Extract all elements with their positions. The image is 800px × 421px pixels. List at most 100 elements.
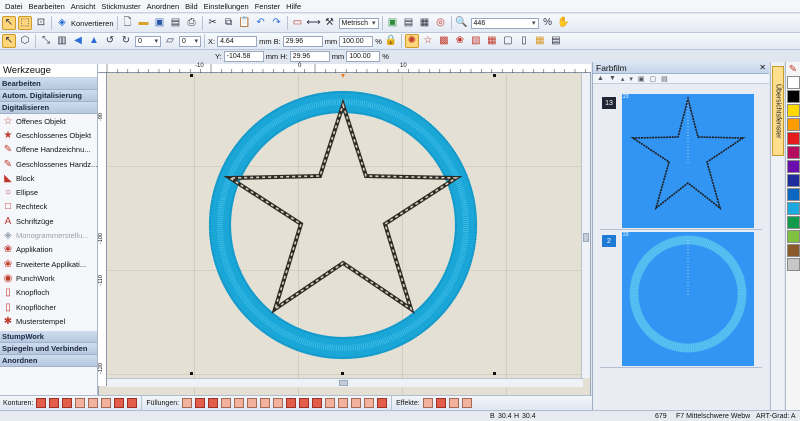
motif-icon[interactable]: ❀ [453, 34, 467, 48]
h-scroll-thumb[interactable] [339, 380, 348, 386]
effect-curve-icon[interactable] [435, 398, 446, 408]
color-sort-icon[interactable]: ▧ [469, 34, 483, 48]
tool-item[interactable]: ✎ Offene Handzeichnu... [0, 143, 97, 157]
move-up-icon[interactable]: ▲ [597, 75, 604, 82]
resize-icon[interactable]: ⤡ [39, 34, 53, 48]
save-icon[interactable]: ▣ [153, 16, 167, 30]
dot-fill-icon[interactable] [312, 398, 323, 408]
menu-bild[interactable]: Bild [182, 2, 201, 11]
show-picture-icon[interactable]: ▤ [402, 16, 416, 30]
tool-item[interactable]: ◈ Monogrammerstellu... [0, 228, 97, 242]
category-anordnen[interactable]: Anordnen [0, 355, 97, 368]
category-bearbeiten[interactable]: Bearbeiten [0, 78, 97, 90]
frame-icon[interactable]: ▢ [501, 34, 515, 48]
slant-select[interactable]: 0 [179, 35, 201, 47]
tool-item[interactable]: ◉ PunchWork [0, 271, 97, 285]
menu-hilfe[interactable]: Hilfe [283, 2, 304, 11]
menu-bearbeiten[interactable]: Bearbeiten [26, 2, 68, 11]
grid-icon[interactable]: ▦ [533, 34, 547, 48]
zoom-select[interactable]: 446 [470, 17, 539, 29]
category-stumpwork[interactable]: StumpWork [0, 331, 97, 344]
show-hoop-icon[interactable]: ◎ [434, 16, 448, 30]
color-swatch[interactable] [787, 118, 800, 131]
vertical-scrollbar[interactable] [581, 73, 590, 378]
color-swatch[interactable] [787, 146, 800, 159]
tool-item[interactable]: ✎ Geschlossenes Handz... [0, 157, 97, 171]
grid-fill-icon[interactable] [286, 398, 297, 408]
stitch-player-icon[interactable]: ▭ [291, 16, 305, 30]
rotate-left-icon[interactable]: ↺ [103, 34, 117, 48]
color-swatch[interactable] [787, 76, 800, 89]
stipple-fill-icon[interactable] [364, 398, 375, 408]
color-swatch[interactable] [787, 188, 800, 201]
tool-item[interactable]: ❀ Erweiterte Applikati... [0, 257, 97, 271]
lace-fill-icon[interactable] [325, 398, 336, 408]
tool-item[interactable]: ✱ Musterstempel [0, 314, 97, 328]
pan-hand-icon[interactable]: ✋ [557, 16, 571, 30]
zigzag-line-icon[interactable] [127, 398, 138, 408]
color-swatch[interactable] [787, 90, 800, 103]
convert-icon[interactable]: ◈ [55, 16, 69, 30]
width-field[interactable]: 29.96 [282, 35, 323, 47]
overview-window-tab[interactable]: Übersichtsfenster [772, 66, 784, 156]
layout-tool-icon[interactable]: ⊡ [34, 16, 48, 30]
radial-fill-icon[interactable] [247, 398, 258, 408]
new-file-icon[interactable]: 🗋 [121, 16, 135, 30]
menu-ansicht[interactable]: Ansicht [68, 2, 99, 11]
stitch-effects-icon[interactable]: ✺ [404, 34, 419, 48]
rotate-right-icon[interactable]: ↻ [119, 34, 133, 48]
effect-gradient-icon[interactable] [448, 398, 459, 408]
color-swatch[interactable] [787, 104, 800, 117]
color-swatch[interactable] [787, 160, 800, 173]
ungroup-icon[interactable]: ▢ [650, 75, 657, 83]
split-icon[interactable]: ▯ [517, 34, 531, 48]
y-field[interactable]: -104.58 [223, 50, 264, 62]
cross-fill-icon[interactable] [299, 398, 310, 408]
category-auto-digitize[interactable]: Autom. Digitalisierung [0, 90, 97, 102]
pattern-fill-icon[interactable] [208, 398, 219, 408]
triple-stitch-icon[interactable] [49, 398, 60, 408]
motif-line-icon[interactable] [88, 398, 99, 408]
tool-item[interactable]: □ Rechteck [0, 200, 97, 214]
film-frame-13[interactable]: 13 23 [600, 94, 762, 230]
category-mirror-merge[interactable]: Spiegeln und Verbinden [0, 343, 97, 356]
convert-button-label[interactable]: Konvertieren [71, 19, 114, 28]
select-tool-icon[interactable]: ↖ [2, 16, 16, 30]
move-down-icon[interactable]: ▼ [609, 75, 616, 82]
undo-icon[interactable]: ↶ [254, 16, 268, 30]
polygon-select-icon[interactable]: ⬡ [18, 34, 32, 48]
align-icon[interactable]: ▥ [55, 34, 69, 48]
tool-item[interactable]: ◣ Block [0, 171, 97, 185]
effect-underlay-icon[interactable] [422, 398, 433, 408]
paste-icon[interactable]: 📋 [238, 16, 252, 30]
print-icon[interactable]: ⎙ [185, 16, 199, 30]
running-stitch-icon[interactable] [36, 398, 47, 408]
open-folder-icon[interactable]: ▬ [137, 16, 151, 30]
heart-fill-icon[interactable] [260, 398, 271, 408]
color-swatch[interactable] [787, 244, 800, 257]
tool-item[interactable]: ★ Geschlossenes Objekt [0, 128, 97, 142]
filter-icon[interactable]: ▾ [629, 75, 633, 83]
horizontal-scrollbar[interactable] [107, 378, 583, 387]
sort-icon[interactable]: ▴ [621, 75, 625, 83]
tool-item[interactable]: ❀ Applikation [0, 243, 97, 257]
sequin-fill-icon[interactable] [377, 398, 388, 408]
redo-icon[interactable]: ↷ [270, 16, 284, 30]
color-picker-icon[interactable]: ✎ [786, 62, 800, 76]
rotate-angle-select[interactable]: 0 [135, 35, 161, 47]
menu-fenster[interactable]: Fenster [252, 2, 283, 11]
tool-item[interactable]: ☆ Offenes Objekt [0, 114, 97, 128]
show-design-icon[interactable]: ▣ [386, 16, 400, 30]
effect-trim-icon[interactable] [461, 398, 472, 408]
color-swatch[interactable] [787, 202, 800, 215]
mirror-v-icon[interactable]: ▲ [87, 34, 101, 48]
width-percent-field[interactable]: 100.00 [339, 35, 374, 47]
slant-icon[interactable]: ▱ [163, 34, 177, 48]
satin-border-icon[interactable] [62, 398, 73, 408]
color-swatch[interactable] [787, 230, 800, 243]
measure-icon[interactable]: ⟷ [306, 16, 320, 30]
motif-fill-icon[interactable] [221, 398, 232, 408]
x-field[interactable]: 4.64 [217, 35, 258, 47]
copy-icon[interactable]: ⧉ [222, 16, 236, 30]
tool-item[interactable]: ▯ Knopfloch [0, 286, 97, 300]
